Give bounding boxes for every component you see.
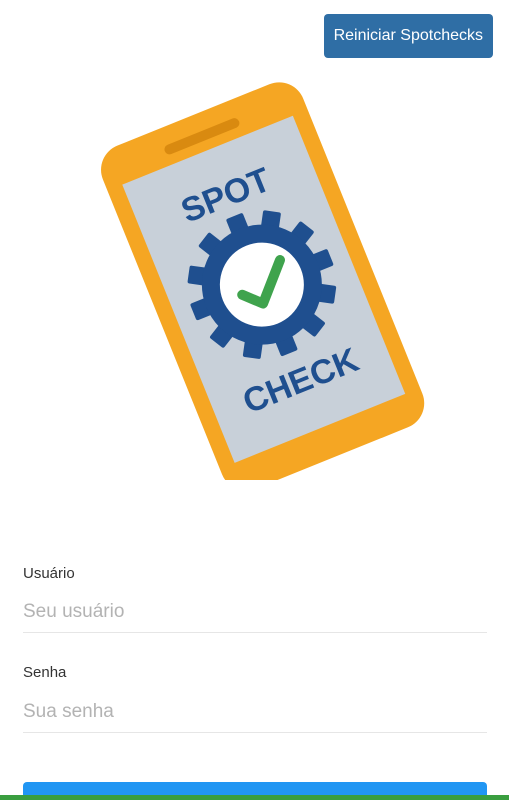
username-input[interactable] [23, 592, 487, 633]
username-label: Usuário [23, 565, 75, 582]
spotcheck-logo: SPOT CHECK [101, 82, 425, 480]
bottom-strip [0, 795, 509, 800]
password-input[interactable] [23, 692, 487, 733]
password-label: Senha [23, 664, 67, 681]
reset-spotchecks-button[interactable]: Reiniciar Spotchecks [323, 14, 493, 58]
login-screen: Reiniciar Spotchecks SPOT CHECK Usuário … [0, 0, 509, 800]
